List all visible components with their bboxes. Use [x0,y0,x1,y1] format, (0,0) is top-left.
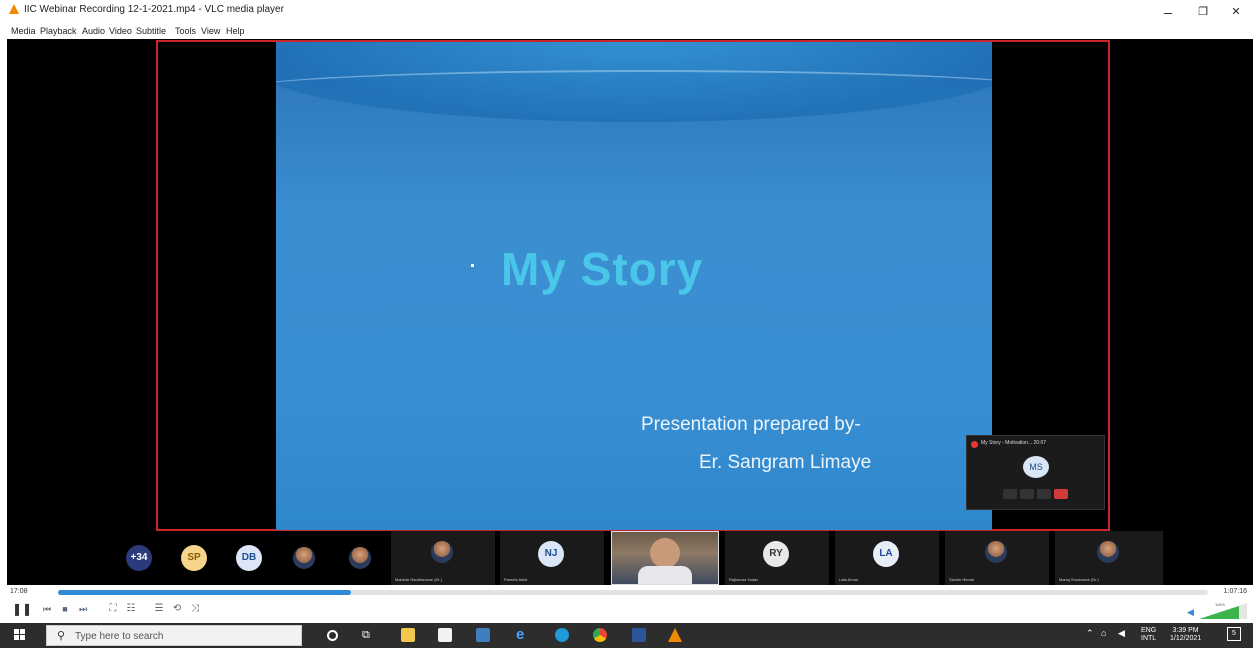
participant-name: Mahesh Randhavane (Dr.) [395,577,442,582]
volume-control[interactable]: ◀ 115% [1187,602,1247,619]
close-button[interactable]: ✕ [1221,2,1251,22]
vlc-cone-icon [9,4,19,14]
participant-tile[interactable]: Mahesh Randhavane (Dr.) [391,531,495,585]
notification-center-icon[interactable]: 5 [1227,627,1241,641]
playlist-icon[interactable]: ☰ [152,602,166,616]
slide-byline-1: Presentation prepared by- [641,414,861,435]
video-area[interactable]: My Story Presentation prepared by- Er. S… [7,39,1253,585]
participant-avatar: RY [763,541,789,567]
menu-video[interactable]: Video [109,26,132,36]
mouse-pointer-dot [471,264,474,267]
participant-tile[interactable]: NJ Pamela Ashit [500,531,604,585]
edge-icon[interactable] [555,628,569,642]
menu-subtitle[interactable]: Subtitle [136,26,166,36]
file-explorer-icon[interactable] [401,628,415,642]
speaker-face [650,538,680,568]
volume-percent: 115% [1215,602,1225,607]
menu-view[interactable]: View [201,26,220,36]
slide-byline-2: Er. Sangram Limaye [699,452,872,473]
menu-bar: Media Playback Audio Video Subtitle Tool… [0,24,1253,38]
vlc-taskbar-icon[interactable] [668,628,682,642]
participant-tile[interactable]: Sachin Nirmal [945,531,1049,585]
windows-taskbar: ⚲ Type here to search ⧉ e ⌃ ⌂ ◀ ENG INTL … [0,623,1253,648]
participant-name: Sachin Nirmal [949,577,974,582]
participant-tile[interactable]: LA Lata Ahure [835,531,939,585]
participant-photo [431,541,453,563]
extended-settings-icon[interactable]: ☷ [124,602,138,616]
participant-name: Lata Ahure [839,577,859,582]
meeting-widget-title: My Story - Motivation... 20:07 [981,440,1047,446]
language-indicator[interactable]: ENG INTL [1141,627,1156,643]
participant-avatar[interactable]: SP [181,545,207,571]
participant-photo [1097,541,1119,563]
participant-strip: +34 SP DB Mahesh Randhavane (Dr.) NJ Pam… [121,531,1167,585]
camera-button[interactable] [1003,489,1017,499]
internet-explorer-icon[interactable]: e [516,627,530,642]
windows-start-icon[interactable] [14,629,26,641]
menu-help[interactable]: Help [226,26,245,36]
menu-tools[interactable]: Tools [175,26,196,36]
participant-tile[interactable]: RY Rajkumar Yadav [725,531,829,585]
cortana-icon[interactable] [327,630,338,641]
stop-icon[interactable]: ■ [58,602,72,616]
recording-icon [971,441,978,448]
menu-media[interactable]: Media [11,26,36,36]
participant-name: Rajkumar Yadav [729,577,759,582]
slide-heading: My Story [501,243,704,295]
seek-bar[interactable] [58,590,1208,595]
seek-progress [58,590,352,595]
participant-avatar[interactable]: DB [236,545,262,571]
participant-tile[interactable]: Manoj Sonawane (Dr.) [1055,531,1163,585]
participant-photo [985,541,1007,563]
mail-icon[interactable] [476,628,490,642]
tray-chevron-icon[interactable]: ⌃ [1086,629,1094,638]
clock[interactable]: 3:39 PM 1/12/2021 [1170,627,1201,643]
speaker-avatar: MS [1023,456,1049,478]
elapsed-time: 17:08 [10,588,28,595]
participant-avatar: LA [873,541,899,567]
taskbar-search-box[interactable]: ⚲ Type here to search [46,625,302,646]
share-button[interactable] [1037,489,1051,499]
next-icon[interactable]: ⏭ [76,602,90,616]
chrome-icon[interactable] [593,628,607,642]
minimize-button[interactable]: – [1153,2,1183,22]
shuffle-icon[interactable]: ⤨ [188,602,202,616]
total-time: 1:07:16 [1223,588,1247,595]
participant-photo[interactable] [293,547,315,569]
hangup-button[interactable] [1054,489,1068,499]
screen-share-frame: My Story Presentation prepared by- Er. S… [156,40,1110,531]
mic-button[interactable] [1020,489,1034,499]
participant-name: Pamela Ashit [504,577,528,582]
speaker-icon: ◀ [1187,607,1194,617]
participant-name: Manoj Sonawane (Dr.) [1059,577,1099,582]
speaker-shirt [638,566,692,584]
player-controls: 17:08 1:07:16 ❚❚ ⏮ ■ ⏭ ⛶ ☷ ☰ ⟲ ⤨ ◀ 115% [0,585,1253,623]
network-icon[interactable]: ⌂ [1101,629,1106,638]
maximize-button[interactable]: ❐ [1188,2,1218,22]
window-title: IIC Webinar Recording 12-1-2021.mp4 - VL… [24,4,284,15]
search-icon: ⚲ [57,630,66,642]
previous-icon[interactable]: ⏮ [40,602,54,616]
task-view-icon[interactable]: ⧉ [362,628,376,642]
pause-button[interactable]: ❚❚ [12,602,32,616]
word-icon[interactable] [632,628,646,642]
search-placeholder: Type here to search [75,631,164,642]
store-icon[interactable] [438,628,452,642]
participant-overflow-count[interactable]: +34 [126,545,152,571]
fullscreen-icon[interactable]: ⛶ [106,602,120,616]
menu-playback[interactable]: Playback [40,26,77,36]
volume-tray-icon[interactable]: ◀ [1118,629,1125,638]
meeting-mini-widget[interactable]: My Story - Motivation... 20:07 MS [966,435,1105,510]
participant-avatar: NJ [538,541,564,567]
active-speaker-video[interactable] [611,531,719,585]
loop-icon[interactable]: ⟲ [170,602,184,616]
presentation-slide: My Story Presentation prepared by- Er. S… [276,42,992,530]
menu-audio[interactable]: Audio [82,26,105,36]
participant-photo[interactable] [349,547,371,569]
title-bar: IIC Webinar Recording 12-1-2021.mp4 - VL… [0,0,1253,24]
slide-wave-line [276,70,992,110]
